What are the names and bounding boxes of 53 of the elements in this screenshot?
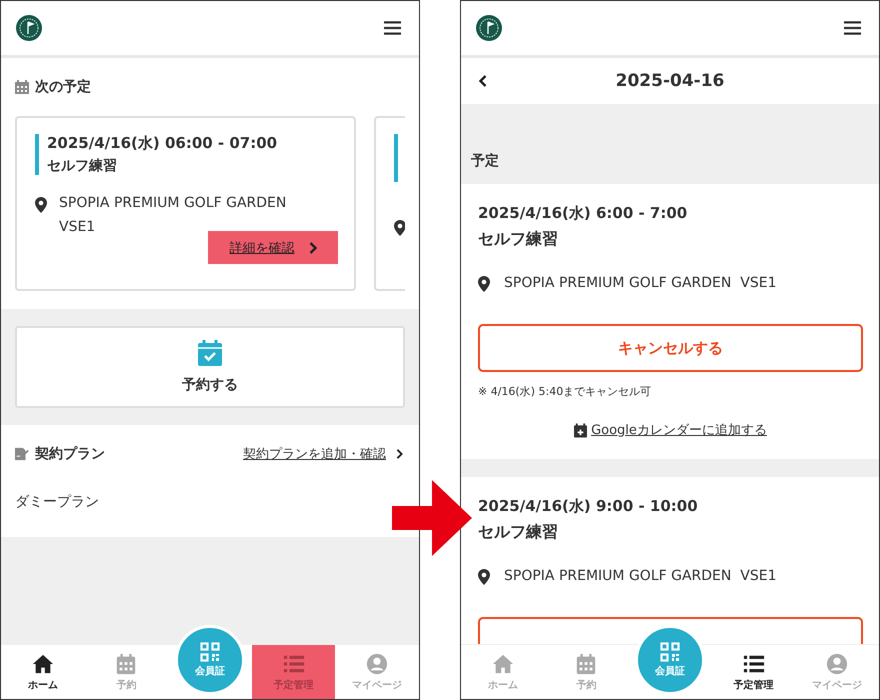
nav-tab[interactable]: 予約	[84, 645, 168, 699]
nav-tab[interactable]: ホーム	[461, 645, 545, 699]
calendar-plus-icon	[574, 422, 588, 438]
nav-tab[interactable]: 予約	[544, 645, 628, 699]
edit-document-icon	[15, 447, 29, 461]
menu-icon[interactable]	[844, 21, 861, 35]
nav-tab[interactable]: マイページ	[795, 645, 879, 699]
location-text: SPOPIA PREMIUM GOLF GARDEN VSE1	[504, 568, 776, 584]
logo-icon[interactable]	[475, 14, 503, 42]
nav-tab[interactable]: 予定管理	[252, 645, 336, 699]
calendar-icon	[575, 652, 598, 674]
menu-icon[interactable]	[384, 21, 401, 35]
cancel-button[interactable]: キャンセルする	[478, 324, 863, 372]
event-title: セルフ練習	[478, 522, 559, 543]
plan-name: ダミープラン	[15, 493, 100, 511]
logo-icon[interactable]	[15, 14, 43, 42]
user-icon	[826, 652, 848, 674]
arrow-icon	[392, 480, 472, 556]
date-title: 2025-04-16	[616, 71, 724, 91]
schedule-title: セルフ練習	[47, 157, 118, 175]
location-text: SPOPIA PREMIUM GOLF GARDEN VSE1	[504, 275, 776, 291]
qr-code-icon	[200, 642, 220, 662]
nav-tab[interactable]: マイページ	[335, 645, 419, 699]
back-icon[interactable]	[479, 75, 487, 87]
event-datetime: 2025/4/16(水) 6:00 - 7:00	[478, 204, 688, 223]
calendar-icon	[15, 80, 29, 94]
event-datetime: 2025/4/16(水) 9:00 - 10:00	[478, 497, 699, 516]
reserve-button[interactable]: 予約する	[15, 326, 405, 408]
section-title: 予定	[471, 152, 499, 170]
cancel-note: ※ 4/16(水) 5:40までキャンセル可	[478, 384, 652, 399]
detail-button[interactable]: 詳細を確認	[208, 231, 338, 264]
google-calendar-link[interactable]: Googleカレンダーに追加する	[574, 421, 767, 439]
nav-tab[interactable]: ホーム	[1, 645, 85, 699]
location-pin-icon	[478, 276, 490, 292]
location-pin-icon	[35, 197, 47, 213]
schedule-card[interactable]: 2025/4/16(水) 06:00 - 07:00 セルフ練習 SPOPIA PREMIUM GOLF GARDEN VSE1 詳細を確認	[15, 116, 356, 291]
calendar-check-icon	[198, 340, 222, 366]
qr-code-icon	[660, 642, 680, 662]
chevron-right-icon	[396, 449, 403, 459]
event-title: セルフ練習	[478, 229, 559, 250]
home-icon	[492, 652, 514, 674]
section-title: 次の予定	[35, 78, 91, 96]
chevron-right-icon	[308, 242, 316, 254]
plan-link[interactable]: 契約プランを追加・確認	[243, 445, 403, 463]
cancel-button[interactable]	[478, 617, 863, 644]
location-pin-icon	[478, 569, 490, 585]
location-pin-icon	[394, 220, 405, 236]
user-icon	[366, 652, 388, 674]
calendar-icon	[115, 652, 138, 674]
home-icon	[32, 652, 54, 674]
section-title: 契約プラン	[35, 445, 105, 463]
schedule-datetime: 2025/4/16(水) 06:00 - 07:00	[47, 134, 278, 153]
nav-tab[interactable]: 予定管理	[712, 645, 796, 699]
